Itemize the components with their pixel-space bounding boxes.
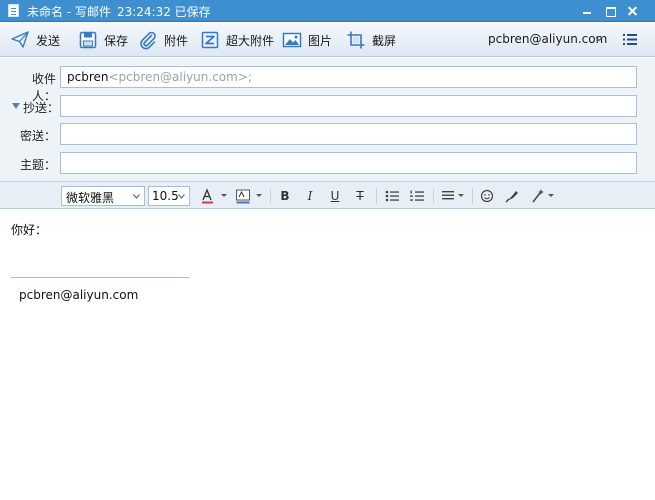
to-field[interactable]: pcbren<pcbren@aliyun.com>; [60,66,637,88]
title-bar: 未命名 - 写邮件 23:24:32 已保存 [0,0,655,22]
message-body[interactable]: 你好： pcbren@aliyun.com [0,210,655,500]
message-header-fields: 收件人： pcbren<pcbren@aliyun.com>; 抄送： 密送： … [0,58,655,181]
attach-button[interactable]: 附件 [138,29,188,51]
expand-triangle-icon[interactable] [12,103,20,109]
separator [433,188,434,204]
big-attach-button[interactable]: 超大附件 [200,29,274,51]
paperclip-icon [140,31,156,50]
chevron-down-icon [178,194,185,199]
to-row: 收件人： pcbren<pcbren@aliyun.com>; [0,64,655,103]
bcc-field[interactable] [60,123,637,145]
align-icon[interactable] [441,188,467,204]
body-greeting[interactable]: 你好： [11,221,47,238]
bold-button[interactable]: B [278,188,292,204]
underline-button[interactable]: U [328,188,342,204]
subject-row: 主题： [0,150,655,178]
screenshot-button[interactable]: 截屏 [346,29,396,51]
italic-button[interactable]: I [303,188,317,204]
send-label: 发送 [36,33,61,48]
save-icon [79,31,97,49]
highlight-color-icon[interactable] [235,188,265,204]
numbered-list-icon[interactable] [409,188,425,204]
format-toolbar: 微软雅黑 10.5 B I U T [0,181,655,209]
attach-label: 附件 [164,33,189,48]
separator [376,188,377,204]
cc-row: 抄送： [0,93,655,121]
font-size-value: 10.5 [152,189,179,203]
subject-label: 主题： [19,158,56,172]
bcc-row: 密送： [0,121,655,149]
cc-field[interactable] [60,95,637,117]
strikethrough-button[interactable]: T [353,188,367,204]
signature-divider [11,277,189,278]
save-status: 23:24:32 已保存 [116,5,211,19]
window-title-text: 未命名 - 写邮件 [27,5,111,19]
menu-icon[interactable] [623,33,637,46]
close-button[interactable] [624,2,642,19]
big-attach-icon [201,31,219,49]
minimize-button[interactable] [578,2,596,19]
bcc-label: 密送： [19,129,56,143]
image-label: 图片 [308,33,333,48]
separator [472,188,473,204]
bulleted-list-icon[interactable] [384,188,400,204]
window-title: 未命名 - 写邮件 23:24:32 已保存 [27,3,211,20]
chevron-down-icon [133,194,140,199]
magic-wand-icon[interactable] [530,188,556,204]
screenshot-label: 截屏 [372,33,397,48]
signature-text[interactable]: pcbren@aliyun.com [19,288,138,302]
font-color-icon[interactable] [200,188,230,204]
save-button[interactable]: 保存 [78,29,128,51]
account-selector[interactable]: pcbren@aliyun.com [488,32,607,46]
recipient-address: <pcbren@aliyun.com>; [108,70,252,84]
send-icon [11,31,29,48]
send-button[interactable]: 发送 [10,29,60,51]
document-icon [8,4,19,17]
image-button[interactable]: 图片 [282,29,332,51]
image-icon [282,32,302,48]
font-family-select[interactable]: 微软雅黑 [61,186,145,206]
chevron-down-icon[interactable] [594,34,604,44]
screenshot-icon [347,31,365,49]
clear-format-icon[interactable] [504,188,520,204]
big-attach-label: 超大附件 [226,33,275,48]
save-label: 保存 [104,33,129,48]
separator [270,188,271,204]
maximize-button[interactable] [601,2,619,19]
recipient-name[interactable]: pcbren [67,70,109,84]
font-family-value: 微软雅黑 [66,191,115,205]
compose-toolbar: 发送 保存 附件 超大附件 图片 截屏 pcbren@aliyun.com [0,23,655,57]
font-size-select[interactable]: 10.5 [148,186,190,206]
cc-label: 抄送： [23,101,60,115]
emoji-icon[interactable] [479,188,495,204]
subject-field[interactable] [60,152,637,174]
